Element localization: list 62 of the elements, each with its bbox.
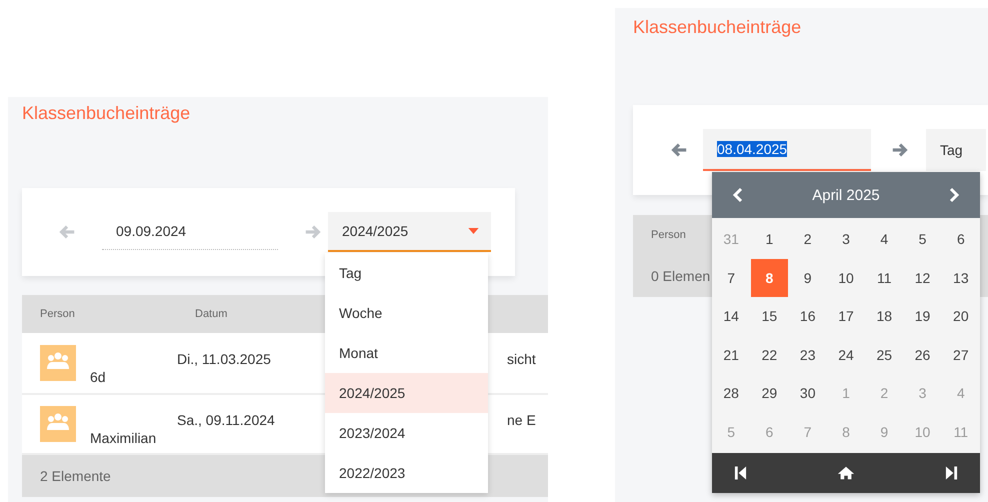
group-icon — [40, 345, 76, 381]
calendar-day[interactable]: 16 — [790, 297, 826, 336]
page-title: Klassenbucheinträge — [633, 16, 802, 39]
table-cell: 6d — [90, 369, 106, 385]
dropdown-option[interactable]: 2023/2024 — [325, 413, 488, 453]
period-select[interactable]: Tag — [926, 129, 986, 171]
calendar-day[interactable]: 15 — [751, 297, 788, 336]
calendar-day[interactable]: 20 — [942, 297, 979, 336]
page-title: Klassenbucheinträge — [22, 102, 192, 125]
table-cell: ne E — [507, 412, 536, 428]
calendar-day[interactable]: 29 — [751, 374, 788, 412]
calendar-day[interactable]: 17 — [828, 297, 864, 336]
calendar-day[interactable]: 6 — [942, 220, 979, 258]
calendar-day[interactable]: 18 — [866, 297, 902, 336]
calendar-day[interactable]: 21 — [713, 336, 750, 374]
calendar-day[interactable]: 13 — [942, 258, 979, 297]
calendar-day[interactable]: 4 — [866, 220, 902, 258]
calendar-day[interactable]: 5 — [904, 220, 941, 258]
column-header: Person — [39, 308, 76, 320]
calendar-day[interactable]: 12 — [904, 258, 941, 297]
dropdown-option[interactable]: Monat — [325, 333, 488, 373]
dropdown-option[interactable]: Woche — [325, 293, 488, 333]
period-select[interactable]: 2024/2025 — [328, 212, 491, 252]
calendar-day[interactable]: 7 — [713, 258, 750, 297]
chevron-right-icon[interactable] — [948, 187, 960, 203]
calendar-day[interactable]: 11 — [866, 258, 902, 297]
calendar-day[interactable]: 19 — [904, 297, 941, 336]
calendar-day[interactable]: 24 — [828, 336, 864, 374]
calendar-day[interactable]: 1 — [751, 220, 788, 258]
calendar-day[interactable]: 10 — [828, 258, 864, 297]
column-header: Person — [650, 229, 686, 241]
calendar-day[interactable]: 3 — [828, 220, 864, 258]
table-cell: Maximilian — [90, 430, 156, 446]
caret-down-icon — [468, 228, 479, 234]
item-count: 2 Elemente — [39, 468, 111, 484]
calendar-day[interactable]: 2 — [790, 220, 826, 258]
calendar-day[interactable]: 9 — [790, 258, 826, 297]
table-cell-text: Di., 11.03.2025 — [177, 351, 272, 367]
home-icon[interactable] — [837, 465, 855, 481]
skip-first-icon[interactable] — [734, 465, 747, 481]
date-field[interactable]: 08.04.2025 — [703, 129, 871, 171]
dropdown-option[interactable]: 2024/2025 — [325, 373, 488, 413]
group-icon — [40, 406, 76, 442]
dropdown-option[interactable]: Tag — [325, 253, 488, 293]
month-title: April 2025 — [812, 186, 880, 204]
calendar-day[interactable]: 30 — [790, 374, 826, 412]
calendar-day[interactable]: 23 — [790, 336, 826, 374]
calendar-day[interactable]: 25 — [866, 336, 902, 374]
arrow-right-icon[interactable] — [891, 141, 909, 159]
item-count: 0 Elemen — [650, 268, 710, 284]
dropdown-option[interactable]: 2022/2023 — [325, 453, 488, 493]
arrow-left-icon[interactable] — [670, 141, 688, 159]
skip-last-icon[interactable] — [945, 465, 958, 481]
calendar-day[interactable]: 27 — [942, 336, 979, 374]
chevron-left-icon[interactable] — [732, 187, 744, 203]
calendar-day[interactable]: 26 — [904, 336, 941, 374]
calendar-day[interactable]: 28 — [713, 374, 750, 412]
calendar-day[interactable]: 22 — [751, 336, 788, 374]
date-field[interactable]: 09.09.2024 — [102, 214, 278, 250]
table-cell: sicht — [507, 351, 536, 367]
table-cell-text: Sa., 09.11.2024 — [177, 412, 276, 428]
calendar-day[interactable]: 14 — [713, 297, 750, 336]
